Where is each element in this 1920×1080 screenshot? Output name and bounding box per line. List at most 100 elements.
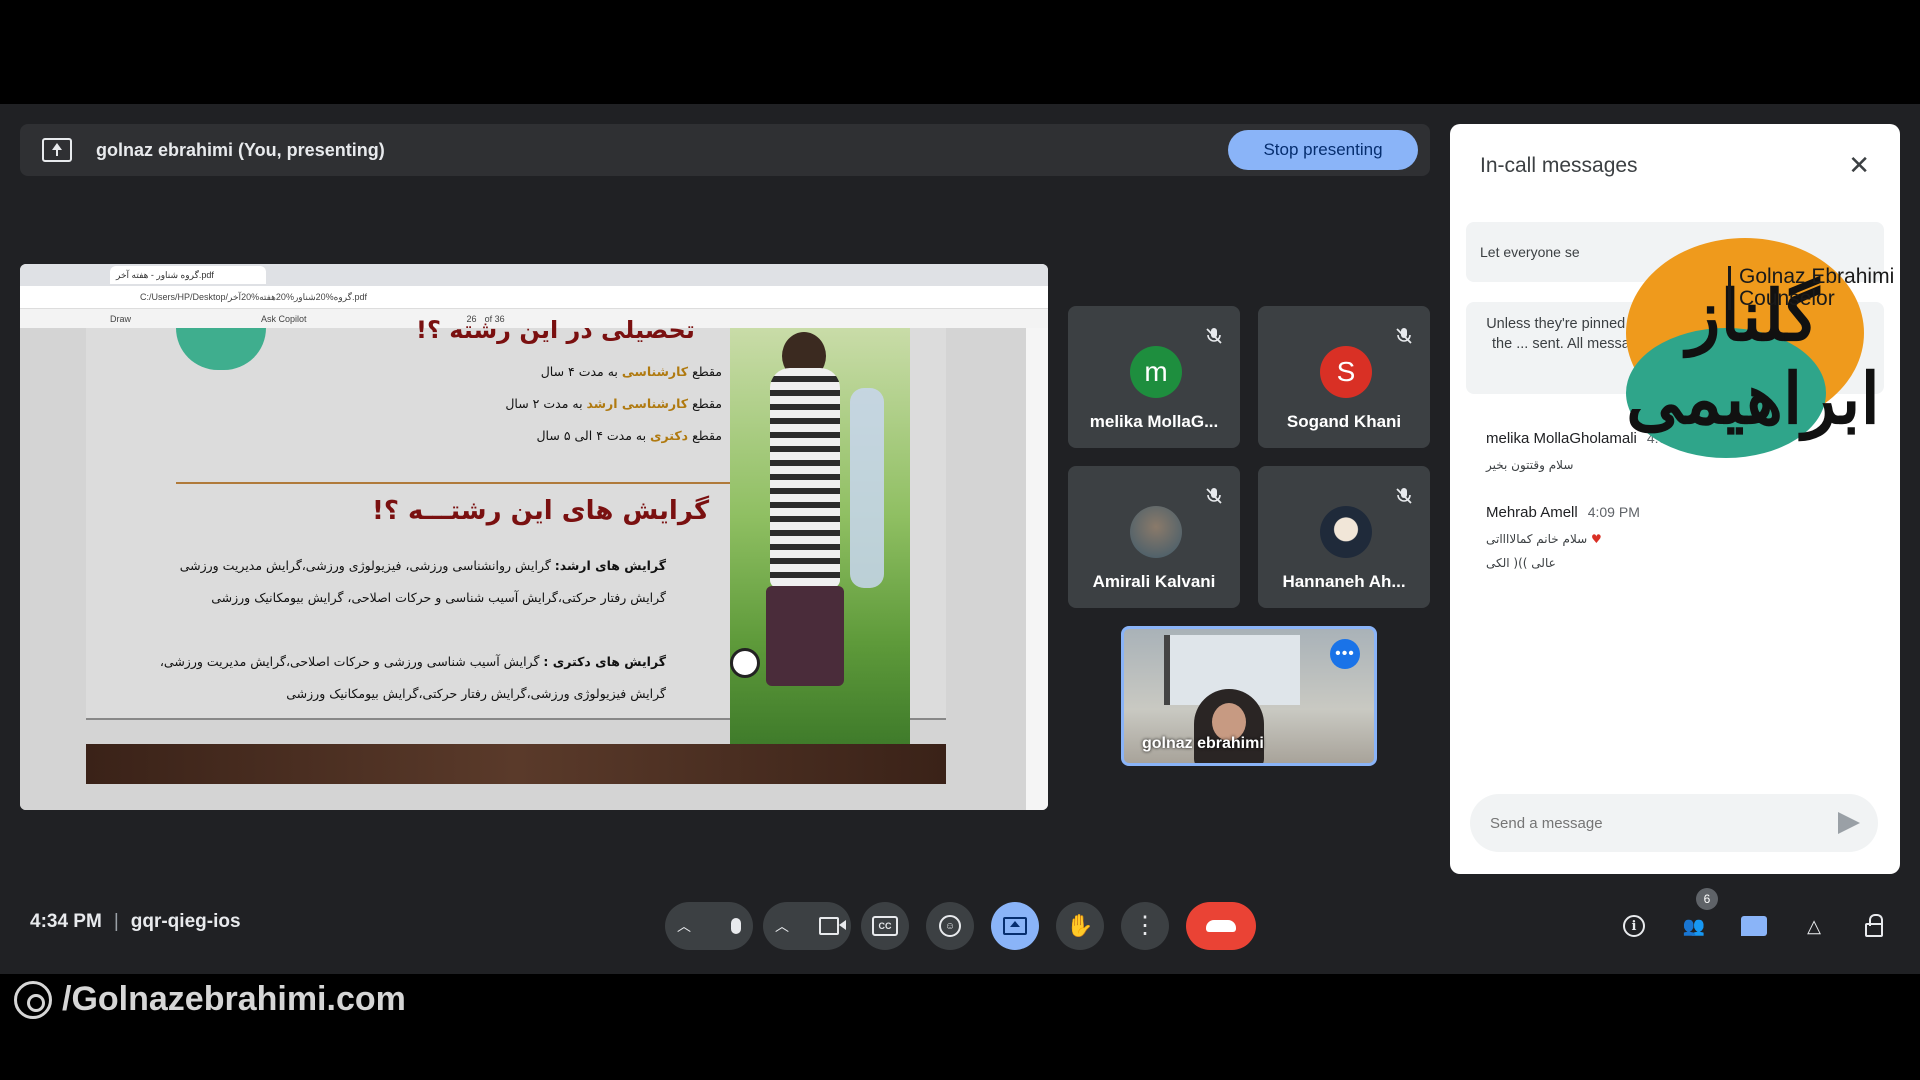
info-icon: i <box>1623 915 1645 937</box>
pdf-level-line: مقطع کارشناسی ارشد به مدت ۲ سال <box>505 396 722 411</box>
self-name: golnaz ebrahimi <box>1142 735 1264 752</box>
pdf-divider <box>176 482 776 484</box>
participant-name: Hannaneh Ah... <box>1282 572 1406 591</box>
message-text: عالی ))( الکی <box>1486 556 1556 570</box>
photo-kid-body <box>770 368 840 588</box>
people-icon: 👥 <box>1682 915 1706 936</box>
avatar <box>1130 506 1182 558</box>
tab-title: گروه شناور - هفته آخر.pdf <box>116 269 214 280</box>
logo-name: Golnaz Ebrahimi Counselor <box>1728 266 1894 310</box>
participant-tile[interactable]: S Sogand Khani <box>1258 306 1430 448</box>
meeting-info: 4:34 PM | gqr-qieg-ios <box>30 911 241 932</box>
message-sender: Mehrab Amell <box>1486 504 1578 521</box>
present-screen-icon <box>42 138 72 162</box>
mic-muted-icon <box>1206 488 1222 504</box>
captions-button[interactable]: CC <box>861 902 909 950</box>
stop-presenting-button[interactable]: Stop presenting <box>1228 130 1418 170</box>
phone-hangup-icon <box>1206 920 1236 932</box>
shared-screen: گروه شناور - هفته آخر.pdf C:/Users/HP/De… <box>20 264 1048 810</box>
people-count-badge: 6 <box>1696 888 1718 910</box>
pdf-level-line: مقطع کارشناسی به مدت ۴ سال <box>540 364 722 379</box>
participant-tile[interactable]: Amirali Kalvani <box>1068 466 1240 608</box>
golnaz-ebrahimi-logo: گلناز ابراهیمی Golnaz Ebrahimi Counselor <box>1596 238 1920 478</box>
photo-kid-legs <box>766 586 844 686</box>
meeting-code: gqr-qieg-ios <box>130 911 241 932</box>
clock-time: 4:34 PM <box>30 911 102 932</box>
participant-tile[interactable]: Hannaneh Ah... <box>1258 466 1430 608</box>
pdf-photo-kid-soccer <box>730 328 910 748</box>
shapes-icon: △ <box>1807 915 1821 936</box>
more-vert-icon: ⋮ <box>1133 912 1157 939</box>
browser-tab-strip: گروه شناور - هفته آخر.pdf <box>20 264 1048 286</box>
photo-girl <box>850 388 884 588</box>
leave-call-button[interactable] <box>1186 902 1256 950</box>
footer-url: /Golnazebrahimi.com <box>62 980 406 1018</box>
ask-copilot-button[interactable]: Ask Copilot <box>261 314 307 324</box>
host-controls-button[interactable] <box>1860 912 1888 940</box>
pdf-heading: گرایش های این رشتـــه ؟! <box>372 496 710 526</box>
presenting-banner: golnaz ebrahimi (You, presenting) Stop p… <box>20 124 1430 176</box>
browser-tab[interactable]: گروه شناور - هفته آخر.pdf <box>110 266 266 284</box>
send-icon[interactable] <box>1838 812 1860 834</box>
present-screen-icon <box>1003 917 1027 935</box>
chevron-up-icon[interactable]: ︿ <box>677 916 691 936</box>
send-message-input[interactable] <box>1470 794 1878 852</box>
participant-tile[interactable]: m melika MollaG... <box>1068 306 1240 448</box>
activities-button[interactable]: △ <box>1800 912 1828 940</box>
pdf-phd-line: گرایش های دکتری : گرایش آسیب شناسی ورزشی… <box>159 654 666 669</box>
reactions-button[interactable]: ☺ <box>926 902 974 950</box>
more-options-button[interactable]: ⋮ <box>1121 902 1169 950</box>
panel-title: In-call messages <box>1480 154 1638 177</box>
participant-name: Amirali Kalvani <box>1092 572 1216 591</box>
captions-icon: CC <box>872 916 898 936</box>
toggle-label: Let everyone se <box>1480 244 1580 260</box>
avatar: S <box>1320 346 1372 398</box>
browser-sidebar[interactable] <box>1026 328 1048 810</box>
participant-name: melika MollaG... <box>1089 412 1219 431</box>
pdf-masters-line: گرایش های ارشد: گرایش روانشناسی ورزشی، ف… <box>179 558 666 573</box>
raise-hand-button[interactable]: ✋ <box>1056 902 1104 950</box>
pdf-masters-line: گرایش رفتار حرکتی،گرایش آسیب شناسی و حرک… <box>211 590 666 605</box>
pdf-next-page <box>86 744 946 784</box>
pdf-viewport[interactable]: تحصیلی در این رشته ؟! مقطع کارشناسی به م… <box>20 316 1026 810</box>
message-text: ♥ سلام خانم کمالااااتی <box>1486 532 1602 546</box>
in-call-messages-panel: In-call messages ✕ Let everyone se Unles… <box>1450 124 1900 874</box>
meeting-details-button[interactable]: i <box>1620 912 1648 940</box>
heart-icon: ♥ <box>1591 532 1602 546</box>
pdf-level-line: مقطع دکتری به مدت ۴ الی ۵ سال <box>536 428 722 443</box>
avatar <box>1320 506 1372 558</box>
message-time: 4:09 PM <box>1587 504 1640 520</box>
present-button[interactable] <box>991 902 1039 950</box>
meet-stage: golnaz ebrahimi (You, presenting) Stop p… <box>0 104 1920 974</box>
more-options-icon[interactable]: ••• <box>1330 639 1360 669</box>
footer-watermark: /Golnazebrahimi.com <box>14 980 406 1019</box>
avatar: m <box>1130 346 1182 398</box>
microphone-icon[interactable] <box>731 918 741 934</box>
photo-ball <box>730 648 760 678</box>
camera-control[interactable]: ︿ <box>763 902 851 950</box>
lock-icon <box>1865 914 1883 937</box>
chevron-up-icon[interactable]: ︿ <box>775 916 789 936</box>
pdf-heading-top: تحصیلی در این رشته ؟! <box>416 316 695 344</box>
pdf-logo <box>176 328 266 370</box>
chat-message: Mehrab Amell 4:09 PM ♥ سلام خانم کمالاااا… <box>1486 504 1640 570</box>
chat-icon <box>1741 916 1767 936</box>
participant-name: Sogand Khani <box>1286 412 1402 431</box>
hand-icon: ✋ <box>1066 913 1094 938</box>
emoji-icon: ☺ <box>939 915 961 937</box>
close-icon[interactable]: ✕ <box>1848 150 1870 181</box>
chat-button[interactable] <box>1740 912 1768 940</box>
film-reel-icon <box>14 980 52 1019</box>
camera-icon[interactable] <box>819 917 846 935</box>
people-button[interactable]: 👥 <box>1680 912 1708 940</box>
mic-muted-icon <box>1206 328 1222 344</box>
mic-control[interactable]: ︿ <box>665 902 753 950</box>
mic-muted-icon <box>1396 488 1412 504</box>
pdf-phd-line: گرایش فیزیولوژی ورزشی،گرایش رفتار حرکتی،… <box>286 686 666 701</box>
mic-muted-icon <box>1396 328 1412 344</box>
address-url: C:/Users/HP/Desktop/گروه%20شناور%20هفته%… <box>140 291 367 302</box>
presenting-label: golnaz ebrahimi (You, presenting) <box>96 139 385 160</box>
self-video-tile[interactable]: ••• golnaz ebrahimi <box>1121 626 1377 766</box>
browser-address-bar[interactable]: C:/Users/HP/Desktop/گروه%20شناور%20هفته%… <box>20 286 1048 309</box>
draw-tool[interactable]: Draw <box>110 314 131 324</box>
